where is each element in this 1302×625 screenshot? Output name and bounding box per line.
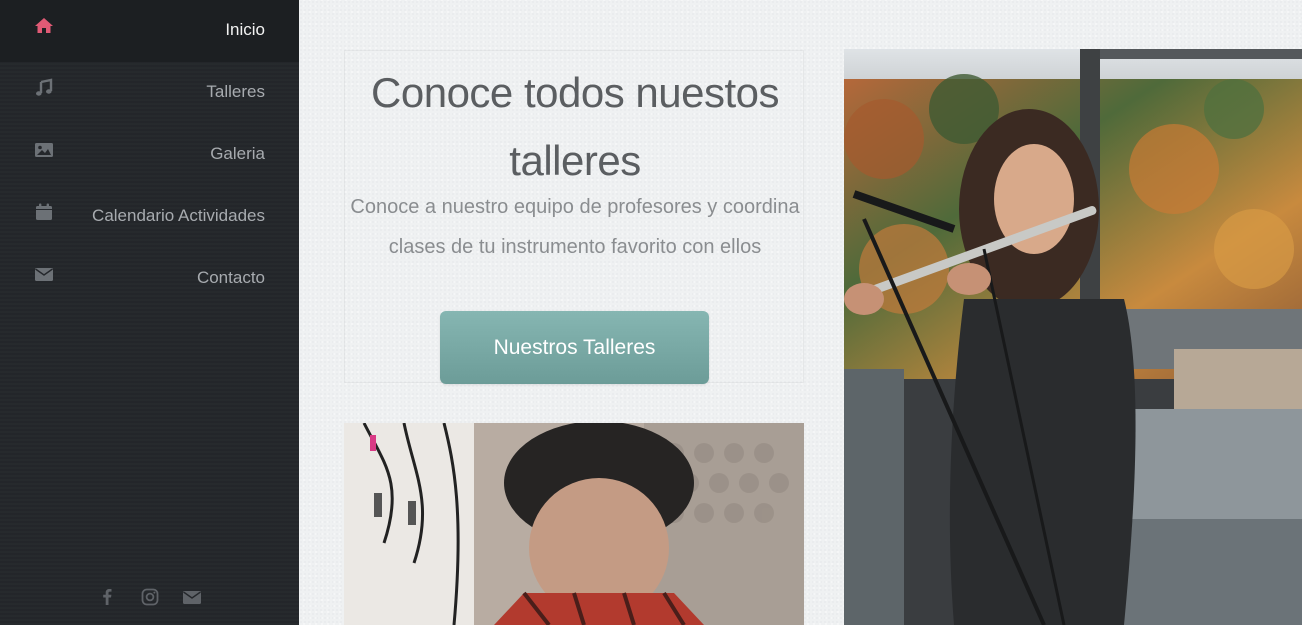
home-icon <box>34 16 54 36</box>
sidebar-item-calendario[interactable]: Calendario Actividades <box>0 186 299 248</box>
page-title: Conoce todos nuestos talleres <box>345 59 805 195</box>
calendar-icon <box>34 202 54 222</box>
instagram-icon[interactable] <box>140 587 160 607</box>
envelope-icon[interactable] <box>182 587 202 607</box>
facebook-icon[interactable] <box>97 587 117 607</box>
title-line: talleres <box>509 137 641 184</box>
main-content: Conoce todos nuestos talleres Conoce a n… <box>299 0 1302 625</box>
hero-card: Conoce todos nuestos talleres Conoce a n… <box>344 50 805 384</box>
musician-photo <box>344 423 804 625</box>
sidebar-item-label: Contacto <box>196 268 265 287</box>
sidebar-item-label: Inicio <box>225 20 265 39</box>
subtitle-line: Conoce a nuestro equipo de profesores y … <box>350 196 800 218</box>
sidebar-item-talleres[interactable]: Talleres <box>0 62 299 124</box>
sidebar-item-label: Galeria <box>210 144 265 163</box>
sidebar: Inicio Talleres Galeria Calendario Activ… <box>0 0 299 625</box>
sidebar-item-label: Calendario Actividades <box>92 206 265 225</box>
nuestros-talleres-button[interactable]: Nuestros Talleres <box>440 311 709 384</box>
subtitle-line: clases de tu instrumento favorito con el… <box>388 236 762 258</box>
sidebar-item-inicio[interactable]: Inicio <box>0 0 299 62</box>
sidebar-item-contacto[interactable]: Contacto <box>0 248 299 310</box>
hero-subtitle: Conoce a nuestro equipo de profesores y … <box>345 187 805 267</box>
social-links <box>0 587 299 607</box>
music-note-icon <box>34 78 54 98</box>
flute-player-photo <box>844 49 1302 625</box>
image-icon <box>34 140 54 160</box>
title-line: Conoce todos nuestos <box>371 69 779 116</box>
envelope-icon <box>34 264 54 284</box>
sidebar-item-label: Talleres <box>206 82 265 101</box>
sidebar-item-galeria[interactable]: Galeria <box>0 124 299 186</box>
